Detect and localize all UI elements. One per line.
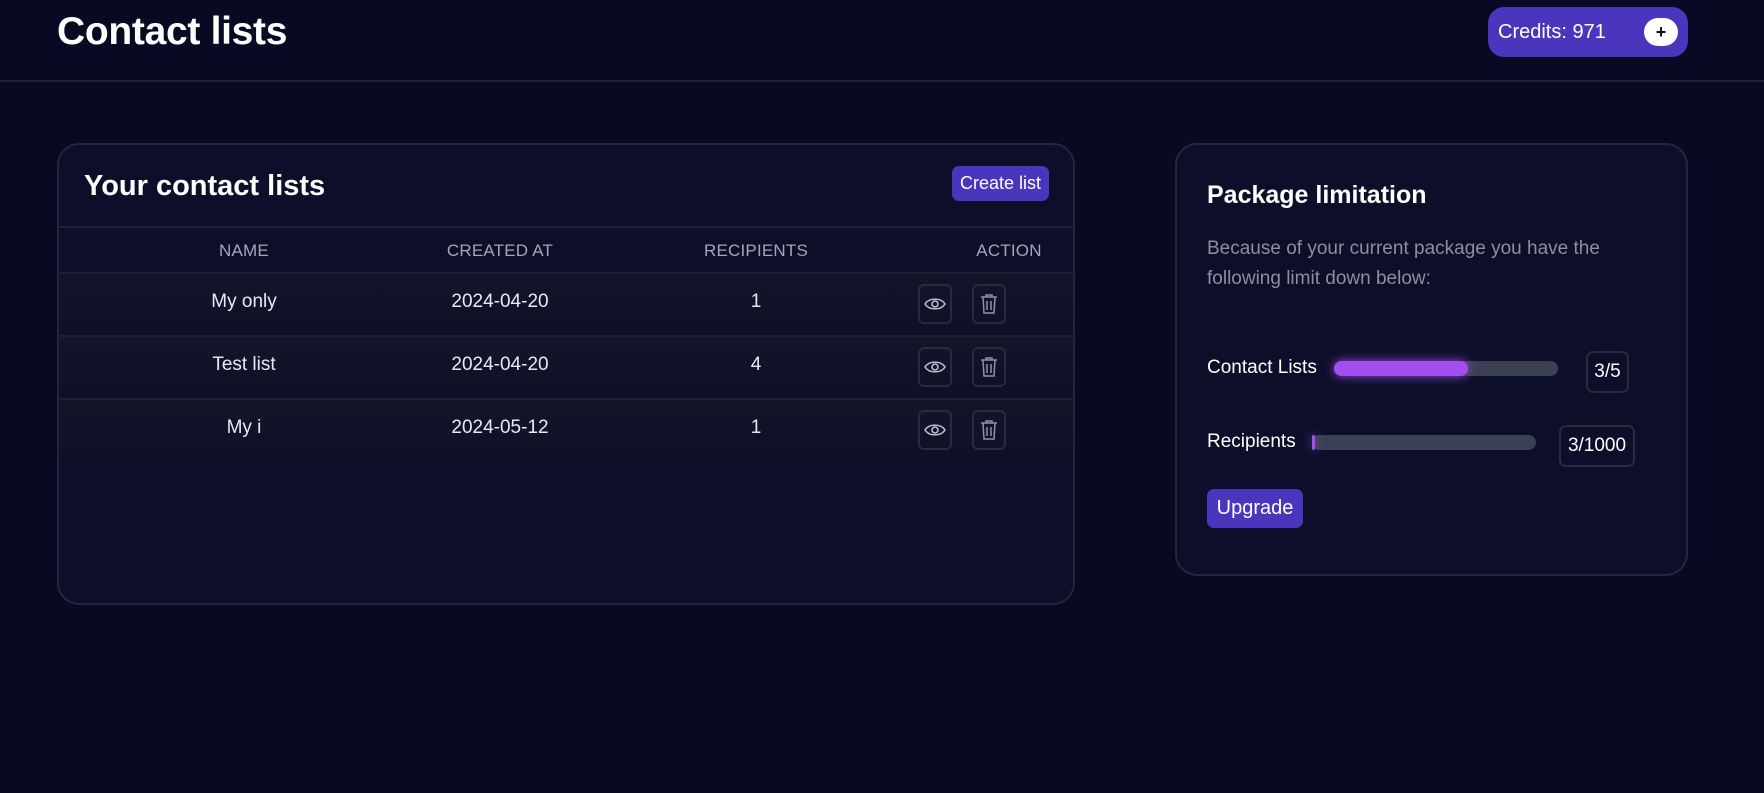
add-credits-button[interactable]: + [1644,18,1678,46]
cell-recipients: 1 [750,291,762,312]
cell-name: My i [226,417,262,438]
delete-list-button[interactable] [972,284,1006,324]
cell-recipients: 1 [750,417,762,438]
cell-name: My only [211,291,277,312]
eye-icon [924,298,946,310]
table-row: Test list 2024-04-20 4 [59,337,1073,400]
recipients-usage: 3/1000 [1559,425,1635,467]
page-title: Contact lists [57,10,288,53]
column-header-created-at: CREATED AT [446,241,554,260]
trash-icon [981,294,997,314]
card-title: Your contact lists [84,170,326,202]
view-list-button[interactable] [918,410,952,450]
cell-created-at: 2024-05-12 [451,417,549,438]
table-row: My i 2024-05-12 1 [59,400,1073,463]
view-list-button[interactable] [918,347,952,387]
eye-icon [924,361,946,373]
limit-label-contact-lists: Contact Lists [1207,357,1317,378]
cell-created-at: 2024-04-20 [451,291,549,312]
column-header-recipients: RECIPIENTS [703,241,809,260]
create-list-button[interactable]: Create list [952,166,1049,201]
view-list-button[interactable] [918,284,952,324]
top-header: Contact lists Credits: 971 + [0,0,1764,82]
table-row: My only 2024-04-20 1 [59,274,1073,337]
eye-icon [924,424,946,436]
cell-name: Test list [212,354,276,375]
limit-label-recipients: Recipients [1207,431,1296,452]
delete-list-button[interactable] [972,347,1006,387]
contact-lists-progress-bar [1334,361,1558,376]
card-title: Package limitation [1207,181,1427,209]
credits-badge: Credits: 971 + [1488,7,1688,57]
contact-lists-progress-fill [1334,361,1469,376]
recipients-progress-fill [1312,435,1315,450]
upgrade-button[interactable]: Upgrade [1207,489,1303,528]
package-description: Because of your current package you have… [1207,238,1600,289]
column-header-action: ACTION [976,241,1042,260]
trash-icon [981,420,997,440]
cell-recipients: 4 [750,354,762,375]
contact-lists-usage: 3/5 [1586,351,1629,393]
recipients-progress-bar [1312,435,1536,450]
delete-list-button[interactable] [972,410,1006,450]
column-header-name: NAME [219,241,269,260]
credits-label: Credits: 971 [1498,21,1606,43]
contact-lists-card: Your contact lists Create list NAME CREA… [57,143,1075,605]
package-limitation-card: Package limitation Because of your curre… [1175,143,1688,576]
trash-icon [981,357,997,377]
table-header: NAME CREATED AT RECIPIENTS ACTION [59,226,1073,274]
cell-created-at: 2024-04-20 [451,354,549,375]
